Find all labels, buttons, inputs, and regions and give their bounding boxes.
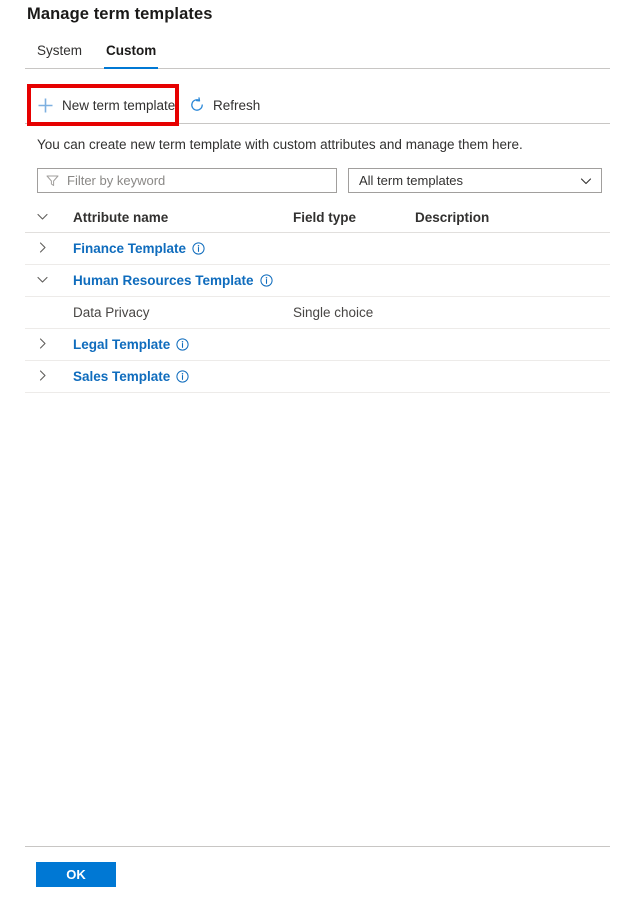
template-link[interactable]: Legal Template <box>73 337 170 352</box>
row-name-cell: Legal Template <box>59 337 293 352</box>
row-name-cell: Sales Template <box>59 369 293 384</box>
row-field-type-cell: Single choice <box>293 305 374 320</box>
footer-divider <box>25 846 610 847</box>
row-name-cell: Human Resources Template <box>59 273 293 288</box>
refresh-button[interactable]: Refresh <box>182 88 266 122</box>
tab-custom[interactable]: Custom <box>104 40 159 69</box>
row-expand-toggle[interactable] <box>25 368 59 386</box>
term-template-select-value: All term templates <box>359 173 464 188</box>
table-row[interactable]: Legal Template <box>25 329 610 361</box>
chevron-down-icon <box>579 174 593 188</box>
ok-button[interactable]: OK <box>36 862 116 887</box>
refresh-icon <box>188 97 205 114</box>
page-title: Manage term templates <box>27 5 213 23</box>
row-name-cell: Finance Template <box>59 241 293 256</box>
table-row[interactable]: Sales Template <box>25 361 610 393</box>
info-icon[interactable] <box>176 370 189 383</box>
chevron-right-icon <box>35 368 50 386</box>
info-icon[interactable] <box>259 274 273 287</box>
table-row[interactable]: Finance Template <box>25 233 610 265</box>
row-expand-toggle[interactable] <box>25 240 59 258</box>
command-bar: New term template Refresh <box>25 88 610 124</box>
column-header-description[interactable]: Description <box>415 210 610 225</box>
tab-system-label: System <box>37 43 83 58</box>
filter-icon <box>46 174 59 187</box>
chevron-right-icon <box>35 240 50 258</box>
tabstrip: System Custom <box>25 40 610 69</box>
table-row[interactable]: Human Resources Template <box>25 265 610 297</box>
filter-by-keyword-field[interactable] <box>37 168 337 193</box>
plus-icon <box>37 97 54 114</box>
page-description: You can create new term template with cu… <box>37 137 523 152</box>
table-row[interactable]: Data Privacy Single choice <box>25 297 610 329</box>
column-header-field-type[interactable]: Field type <box>293 210 415 225</box>
row-expand-toggle[interactable] <box>25 336 59 354</box>
new-term-template-button[interactable]: New term template <box>31 88 181 122</box>
expand-all-toggle[interactable] <box>25 209 59 227</box>
row-expand-toggle[interactable] <box>25 272 59 290</box>
chevron-down-icon <box>35 209 50 227</box>
new-term-template-label: New term template <box>62 97 176 113</box>
template-link[interactable]: Sales Template <box>73 369 170 384</box>
search-input[interactable] <box>67 173 328 188</box>
tab-custom-label: Custom <box>106 43 157 58</box>
attribute-name: Data Privacy <box>73 305 150 320</box>
column-header-attribute-name[interactable]: Attribute name <box>59 210 293 225</box>
chevron-down-icon <box>35 272 50 290</box>
term-template-select[interactable]: All term templates <box>348 168 602 193</box>
term-templates-table: Attribute name Field type Description Fi… <box>25 203 610 393</box>
tab-system[interactable]: System <box>35 40 84 68</box>
refresh-label: Refresh <box>213 97 261 113</box>
template-link[interactable]: Finance Template <box>73 241 186 256</box>
info-icon[interactable] <box>176 338 189 351</box>
table-header-row: Attribute name Field type Description <box>25 203 610 233</box>
info-icon[interactable] <box>192 242 205 255</box>
chevron-right-icon <box>35 336 50 354</box>
template-link[interactable]: Human Resources Template <box>73 273 254 288</box>
row-name-cell: Data Privacy <box>59 305 293 320</box>
